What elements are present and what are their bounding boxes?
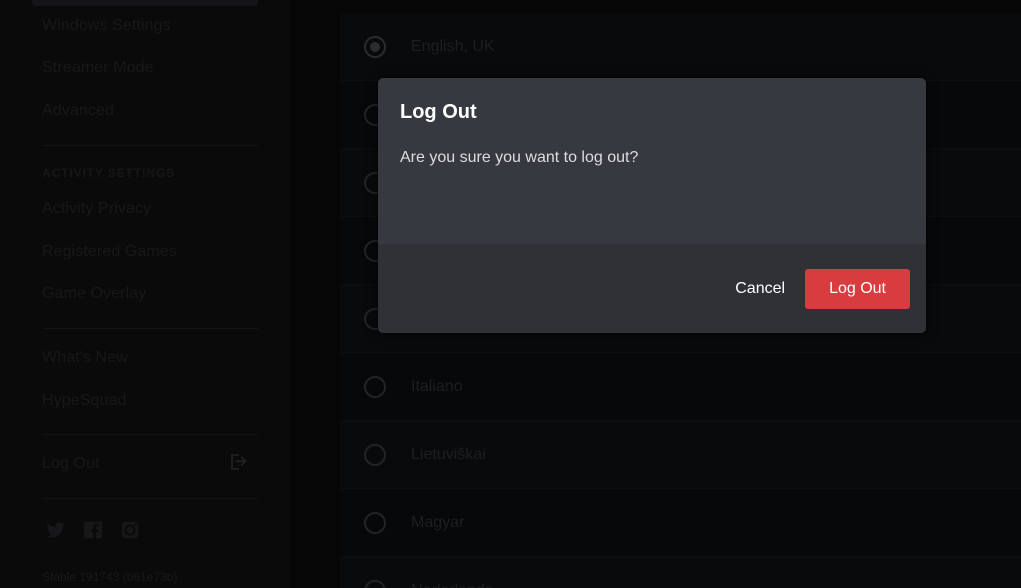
sidebar-item-label: What's New xyxy=(42,349,128,366)
sidebar-item-game-overlay[interactable]: Game Overlay xyxy=(42,285,146,303)
sidebar-item-hypesquad[interactable]: HypeSquad xyxy=(42,392,127,410)
sidebar-divider xyxy=(42,145,258,146)
sidebar-item-label: Activity Privacy xyxy=(42,200,152,217)
sidebar-item-label: Registered Games xyxy=(42,243,177,260)
sidebar-item-label: Windows Settings xyxy=(42,17,171,34)
language-label: Italiano xyxy=(411,377,463,395)
sidebar-item-active-partial[interactable] xyxy=(32,0,258,6)
sidebar-item-label: Game Overlay xyxy=(42,285,147,302)
language-option-lietuviskai[interactable]: Lietuviškai xyxy=(340,421,1021,489)
client-version-label: Stable 191743 (b61e73b) xyxy=(42,570,178,584)
twitter-icon[interactable] xyxy=(46,520,66,545)
radio-icon[interactable] xyxy=(364,375,386,398)
sidebar-item-activity-privacy[interactable]: Activity Privacy xyxy=(42,200,151,218)
sidebar-item-log-out[interactable]: Log Out xyxy=(42,452,266,473)
settings-sidebar: Windows Settings Streamer Mode Advanced … xyxy=(0,0,290,588)
cancel-button[interactable]: Cancel xyxy=(719,270,801,308)
modal-footer: Cancel Log Out xyxy=(378,244,926,333)
sidebar-item-label: Streamer Mode xyxy=(42,59,154,76)
sidebar-item-registered-games[interactable]: Registered Games xyxy=(42,243,177,261)
sidebar-item-label: HypeSquad xyxy=(42,392,127,409)
logout-confirmation-modal: Log Out Are you sure you want to log out… xyxy=(378,78,926,333)
sign-out-icon xyxy=(228,452,248,472)
language-option-nederlands[interactable]: Nederlands xyxy=(340,557,1021,588)
social-links xyxy=(46,520,140,545)
sidebar-item-streamer-mode[interactable]: Streamer Mode xyxy=(42,59,154,77)
language-option-english-uk[interactable]: English, UK xyxy=(340,13,1021,81)
sidebar-section-header-activity: ACTIVITY SETTINGS xyxy=(42,166,176,180)
sidebar-divider xyxy=(42,498,258,499)
language-label: Magyar xyxy=(411,513,465,531)
radio-icon[interactable] xyxy=(364,443,386,466)
modal-title: Log Out xyxy=(400,101,477,123)
language-label: Nederlands xyxy=(411,582,493,588)
language-option-magyar[interactable]: Magyar xyxy=(340,489,1021,557)
instagram-icon[interactable] xyxy=(120,520,140,545)
sidebar-item-advanced[interactable]: Advanced xyxy=(42,102,114,120)
facebook-icon[interactable] xyxy=(83,520,103,545)
modal-message: Are you sure you want to log out? xyxy=(400,149,639,166)
radio-icon-selected[interactable] xyxy=(364,35,386,58)
sidebar-divider xyxy=(42,328,258,329)
sidebar-item-label: Advanced xyxy=(42,102,114,119)
sidebar-divider xyxy=(42,434,258,435)
confirm-logout-button[interactable]: Log Out xyxy=(805,268,910,309)
radio-icon[interactable] xyxy=(364,579,386,588)
sidebar-item-windows-settings[interactable]: Windows Settings xyxy=(42,17,171,35)
sidebar-item-whats-new[interactable]: What's New xyxy=(42,349,128,367)
language-label: English, UK xyxy=(411,37,495,55)
language-option-italiano[interactable]: Italiano xyxy=(340,353,1021,421)
sidebar-item-label: Log Out xyxy=(42,455,100,472)
app-root: Windows Settings Streamer Mode Advanced … xyxy=(0,0,1021,588)
radio-icon[interactable] xyxy=(364,511,386,534)
language-label: Lietuviškai xyxy=(411,445,486,463)
modal-body: Log Out Are you sure you want to log out… xyxy=(378,78,926,244)
